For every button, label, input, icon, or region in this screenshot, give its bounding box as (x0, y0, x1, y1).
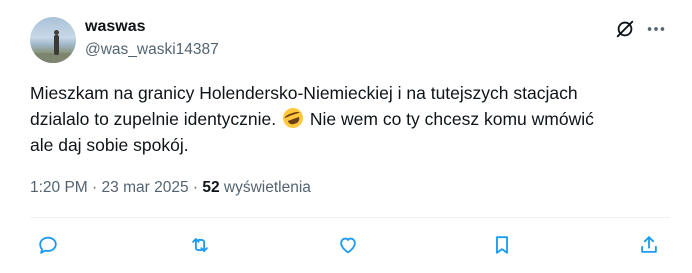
reply-button[interactable] (35, 232, 61, 258)
like-icon (340, 237, 356, 254)
tweet-time[interactable]: 1:20 PM (30, 179, 88, 196)
views-label: wyświetlenia (223, 179, 311, 196)
meta-separator: · (92, 179, 98, 196)
share-button[interactable] (636, 232, 662, 258)
author-display-name[interactable]: waswas (85, 17, 145, 37)
tweet-line-2-start: dzialalo to zupelnie identycznie. (30, 109, 277, 129)
tweet-line-3: ale daj sobie spokój. (30, 135, 189, 155)
retweet-button[interactable] (187, 232, 213, 258)
tweet-text: Mieszkam na granicy Holendersko-Niemieck… (30, 80, 680, 158)
avatar[interactable] (30, 17, 76, 63)
like-button[interactable] (335, 232, 361, 258)
tweet-line-2-end: Nie wem co ty chcesz komu wmówić (309, 109, 594, 129)
meta-separator: · (192, 179, 199, 196)
reply-icon (39, 236, 57, 254)
avatar-ground (30, 53, 76, 63)
tweet-date[interactable]: 23 mar 2025 (102, 179, 189, 196)
tweet-meta: 1:20 PM · 23 mar 2025 · 52 wyświetlenia (30, 178, 311, 198)
author-handle[interactable]: @was_waski14387 (85, 40, 219, 60)
share-icon (641, 236, 657, 253)
divider (30, 217, 670, 218)
views-count: 52 (202, 179, 220, 196)
grok-icon[interactable] (614, 18, 636, 40)
tweet-line-2: dzialalo to zupelnie identycznie. Nie we… (30, 105, 680, 132)
more-icon[interactable] (645, 18, 667, 40)
action-bar (0, 232, 692, 258)
bookmark-icon (496, 236, 508, 254)
rolling-laughing-emoji-icon (280, 105, 306, 131)
tweet-line-1: Mieszkam na granicy Holendersko-Niemieck… (30, 83, 578, 103)
retweet-icon (192, 238, 208, 252)
avatar-figure (54, 30, 59, 55)
bookmark-button[interactable] (489, 232, 515, 258)
